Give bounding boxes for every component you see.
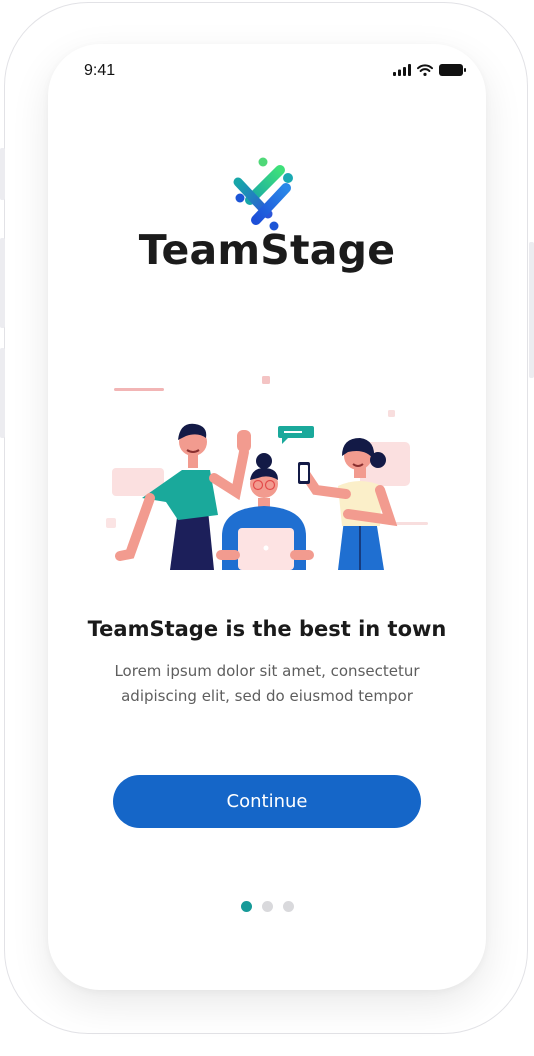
battery-icon — [439, 64, 466, 76]
app-screen: 9:41 TeamStage TeamStage is the best in … — [48, 44, 486, 990]
signal-icon — [393, 64, 411, 76]
page-dot-3[interactable] — [282, 901, 294, 912]
brand-name: TeamStage — [138, 226, 396, 274]
continue-button[interactable]: Continue — [113, 775, 421, 828]
page-dot-1[interactable] — [240, 901, 252, 912]
side-button — [529, 242, 534, 378]
side-button — [0, 348, 5, 438]
page-dot-2[interactable] — [261, 901, 273, 912]
description-line: adipiscing elit, sed do eiusmod tempor — [121, 687, 413, 705]
side-button — [0, 148, 5, 200]
teamstage-logo-icon — [233, 157, 293, 231]
wifi-icon — [417, 64, 433, 76]
page-indicator — [48, 901, 486, 912]
status-icons — [393, 64, 466, 76]
description-line: Lorem ipsum dolor sit amet, consectetur — [114, 662, 420, 680]
onboarding-headline: TeamStage is the best in town — [87, 617, 447, 641]
side-button — [0, 238, 5, 328]
onboarding-description: Lorem ipsum dolor sit amet, consectetur … — [88, 659, 446, 709]
status-time: 9:41 — [84, 62, 116, 79]
team-collaboration-illustration — [106, 376, 428, 570]
